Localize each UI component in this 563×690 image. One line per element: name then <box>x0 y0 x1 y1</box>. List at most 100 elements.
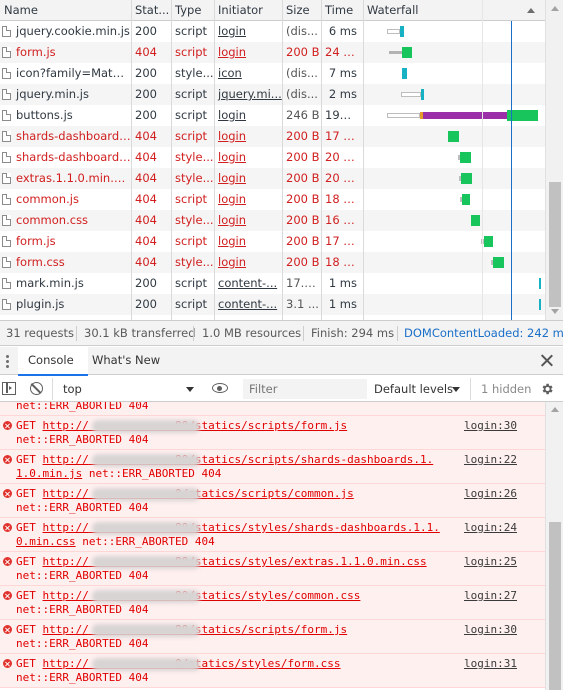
column-header-type[interactable]: Type <box>171 0 214 21</box>
waterfall-bar-purple <box>423 112 507 119</box>
request-url-start[interactable]: http:// <box>43 555 89 568</box>
network-request-row[interactable]: extras.1.1.0.min.css 404 style... login 200 … <box>0 168 545 189</box>
console-source-link[interactable]: login:26 <box>464 487 517 501</box>
request-url[interactable]: 0/statics/scripts/common.js <box>175 487 354 500</box>
request-initiator[interactable]: login <box>214 189 282 210</box>
console-settings-gear-icon[interactable] <box>540 382 554 396</box>
request-url-wrap[interactable]: 0.min.css <box>16 535 76 548</box>
redacted-host-blur <box>92 658 200 671</box>
request-url[interactable]: 80/statics/styles/common.css <box>175 589 360 602</box>
console-error-message[interactable]: GET http:// 80/statics/styles/shards-das… <box>0 518 545 552</box>
tab-whats-new[interactable]: What's New <box>82 347 170 375</box>
console-error-message[interactable]: GET http:// 80/statics/styles/extras.1.1… <box>0 552 545 586</box>
network-request-row[interactable]: mark.min.js 200 script content-... 17.7... 1 … <box>0 273 545 294</box>
console-source-link[interactable]: login:25 <box>464 555 517 569</box>
request-initiator[interactable]: login <box>214 252 282 273</box>
console-error-tail: net::ERR_ABORTED 404 <box>16 671 149 684</box>
network-request-row[interactable]: jquery.min.js 200 script jquery.mi... (dis..… <box>0 84 545 105</box>
request-url-start[interactable]: http:// <box>43 487 89 500</box>
execution-context-select[interactable]: top <box>52 378 200 400</box>
network-request-row[interactable]: shards-dashboards.... 404 script login 200 B… <box>0 126 545 147</box>
network-request-row[interactable]: form.css 404 style... login 200 B 18 ms <box>0 252 545 273</box>
scroll-up-arrow-icon[interactable] <box>551 407 559 412</box>
request-url-start[interactable]: http:// <box>43 419 89 432</box>
console-messages: net::ERR_ABORTED 404 GET http:// 80/stati… <box>0 402 545 690</box>
chevron-down-icon <box>452 387 460 392</box>
request-initiator[interactable]: jquery.mi... <box>214 84 282 105</box>
scroll-down-arrow-icon[interactable] <box>551 309 559 314</box>
console-source-link[interactable]: login:27 <box>464 589 517 603</box>
request-url-start[interactable]: http:// <box>43 521 89 534</box>
console-error-message[interactable]: GET http:// 80/statics/styles/common.css… <box>0 586 545 620</box>
console-error-message[interactable]: GET http:// 80/statics/scripts/form.js ne… <box>0 620 545 654</box>
network-request-row[interactable]: form.js 404 script login 200 B 24 ms <box>0 42 545 63</box>
network-request-row[interactable]: common.css 404 style... login 200 B 16 ms <box>0 210 545 231</box>
network-request-row[interactable]: icon?family=Mater... 200 style... icon (dis.… <box>0 63 545 84</box>
network-request-row[interactable]: common.js 404 script login 200 B 18 ms <box>0 189 545 210</box>
request-initiator[interactable]: login <box>214 147 282 168</box>
clear-console-icon[interactable] <box>30 382 43 395</box>
request-url[interactable]: 80/statics/styles/extras.1.1.0.min.css <box>175 555 427 568</box>
column-header-waterfall[interactable]: Waterfall <box>363 0 523 21</box>
console-error-message[interactable]: GET http:// 0/statics/styles/form.css net… <box>0 654 545 688</box>
console-source-link[interactable]: login:30 <box>464 419 517 433</box>
request-initiator[interactable]: content-... <box>214 273 282 294</box>
column-header-status[interactable]: Stat... <box>131 0 171 21</box>
request-url[interactable]: 80/statics/styles/shards-dashboards.1.1. <box>175 521 440 534</box>
request-url-start[interactable]: http:// <box>43 657 89 670</box>
request-url[interactable]: 80/statics/scripts/form.js <box>175 623 347 636</box>
column-header-name[interactable]: Name <box>0 0 131 21</box>
tab-console[interactable]: Console <box>18 347 88 376</box>
request-url-start[interactable]: http:// <box>43 589 89 602</box>
request-initiator[interactable]: login <box>214 126 282 147</box>
request-url-start[interactable]: http:// <box>43 453 89 466</box>
console-error-message[interactable]: GET http:// 80/statics/scripts/shards-da… <box>0 450 545 484</box>
request-initiator[interactable]: content-... <box>214 294 282 315</box>
network-scrollbar-thumb[interactable] <box>549 182 561 307</box>
request-url-wrap[interactable]: 1.0.min.js <box>16 467 82 480</box>
console-error-message[interactable]: GET http:// 0/statics/scripts/common.js n… <box>0 484 545 518</box>
tab-console-label: Console <box>28 353 74 367</box>
request-url[interactable]: 80/statics/scripts/shards-dashboards.1. <box>175 453 433 466</box>
request-initiator[interactable]: login <box>214 105 282 126</box>
request-initiator[interactable]: login <box>214 42 282 63</box>
console-source-link[interactable]: login:22 <box>464 453 517 467</box>
close-drawer-icon[interactable] <box>540 354 553 367</box>
request-initiator[interactable]: login <box>214 231 282 252</box>
network-request-row[interactable]: jquery.cookie.min.js 200 script login (dis..… <box>0 21 545 42</box>
live-expression-eye-icon[interactable] <box>212 383 228 393</box>
console-source-link[interactable]: login:31 <box>464 657 517 671</box>
show-console-sidebar-icon[interactable] <box>2 382 16 395</box>
console-scrollbar[interactable] <box>545 402 563 690</box>
request-name: jquery.min.js <box>16 87 89 101</box>
console-filter-input[interactable] <box>243 379 367 399</box>
network-scrollbar[interactable] <box>545 0 563 320</box>
network-request-row[interactable]: buttons.js 200 script login 246 B 194 ... <box>0 105 545 126</box>
redacted-host-blur <box>92 420 200 433</box>
request-initiator[interactable]: login <box>214 210 282 231</box>
request-initiator[interactable]: icon <box>214 63 282 84</box>
request-url-start[interactable]: http:// <box>43 623 89 636</box>
more-tabs-kebab-icon[interactable] <box>6 355 9 368</box>
request-url[interactable]: 80/statics/scripts/form.js <box>175 419 347 432</box>
network-request-row[interactable]: shards-dashboards.... 404 style... login 200… <box>0 147 545 168</box>
summary-resources: 1.0 MB resources <box>202 326 302 340</box>
console-error-message[interactable]: GET http:// 80/statics/scripts/form.js ne… <box>0 416 545 450</box>
waterfall-bar-green <box>461 173 472 184</box>
request-initiator[interactable]: login <box>214 21 282 42</box>
console-scrollbar-thumb[interactable] <box>549 522 561 690</box>
scroll-up-arrow-icon[interactable] <box>551 6 559 11</box>
column-header-time[interactable]: Time <box>321 0 363 21</box>
request-size: (dis... <box>286 87 318 101</box>
console-source-link[interactable]: login:24 <box>464 521 517 535</box>
network-request-row[interactable]: form.js 404 script login 200 B 17 ms <box>0 231 545 252</box>
request-size: 200 B <box>286 171 320 185</box>
sort-triangle-up-icon[interactable] <box>526 6 536 14</box>
request-initiator[interactable]: login <box>214 168 282 189</box>
log-levels-dropdown[interactable]: Default levels <box>368 378 468 400</box>
network-request-row[interactable]: plugin.js 200 script content-... 3.1 ... 1 ms <box>0 294 545 315</box>
column-header-initiator[interactable]: Initiator <box>214 0 282 21</box>
waterfall-bar-green <box>402 47 412 58</box>
console-source-link[interactable]: login:30 <box>464 623 517 637</box>
column-header-size[interactable]: Size <box>282 0 321 21</box>
